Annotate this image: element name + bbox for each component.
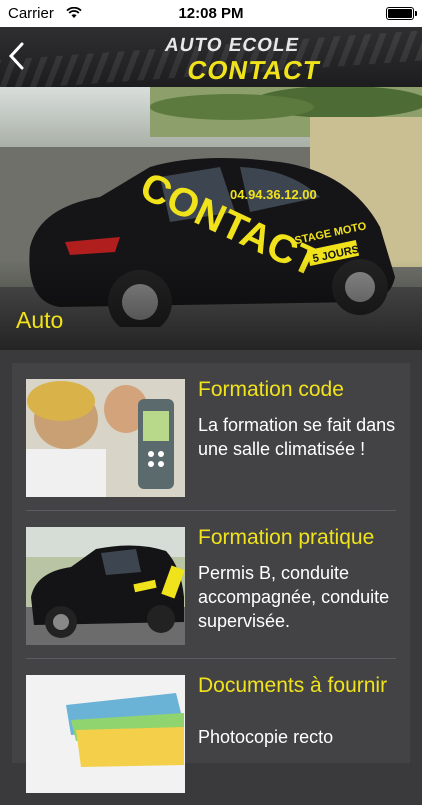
back-button[interactable] xyxy=(8,39,34,73)
hero-category-label: Auto xyxy=(16,307,64,333)
item-title: Formation code xyxy=(198,378,344,401)
list-item-formation-pratique[interactable]: Formation pratique Permis B, conduite ac… xyxy=(12,511,410,657)
hero-banner[interactable]: CONTACT 04.94.36.12.00 STAGE MOTO 5 JOUR… xyxy=(0,87,422,350)
driving-school-car-image xyxy=(26,527,185,645)
students-with-remote-image xyxy=(26,379,185,497)
app-header: AUTO ECOLE CONTACT xyxy=(0,27,422,87)
logo-line1: AUTO ECOLE xyxy=(163,35,302,56)
chevron-left-icon xyxy=(8,42,24,70)
content-list: Formation code La formation se fait dans… xyxy=(12,363,410,793)
app-logo: AUTO ECOLE CONTACT xyxy=(146,33,345,85)
item-description: Permis B, conduite accompagnée, conduite… xyxy=(198,563,390,631)
document-folders-image xyxy=(26,675,185,793)
item-title: Formation pratique xyxy=(198,526,375,549)
item-description: Photocopie recto xyxy=(198,727,334,747)
list-item-formation-code[interactable]: Formation code La formation se fait dans… xyxy=(12,363,410,509)
clock: 12:08 PM xyxy=(178,5,244,22)
logo-line2: CONTACT xyxy=(185,55,323,85)
battery-icon xyxy=(386,7,417,20)
car-phone: 04.94.36.12.00 xyxy=(230,187,317,202)
item-description: La formation se fait dans une salle clim… xyxy=(198,415,396,459)
item-title: Documents à fournir xyxy=(198,674,388,697)
list-item-documents[interactable]: Documents à fournir Photocopie recto xyxy=(12,659,410,805)
status-bar: Carrier 12:08 PM xyxy=(0,0,422,27)
